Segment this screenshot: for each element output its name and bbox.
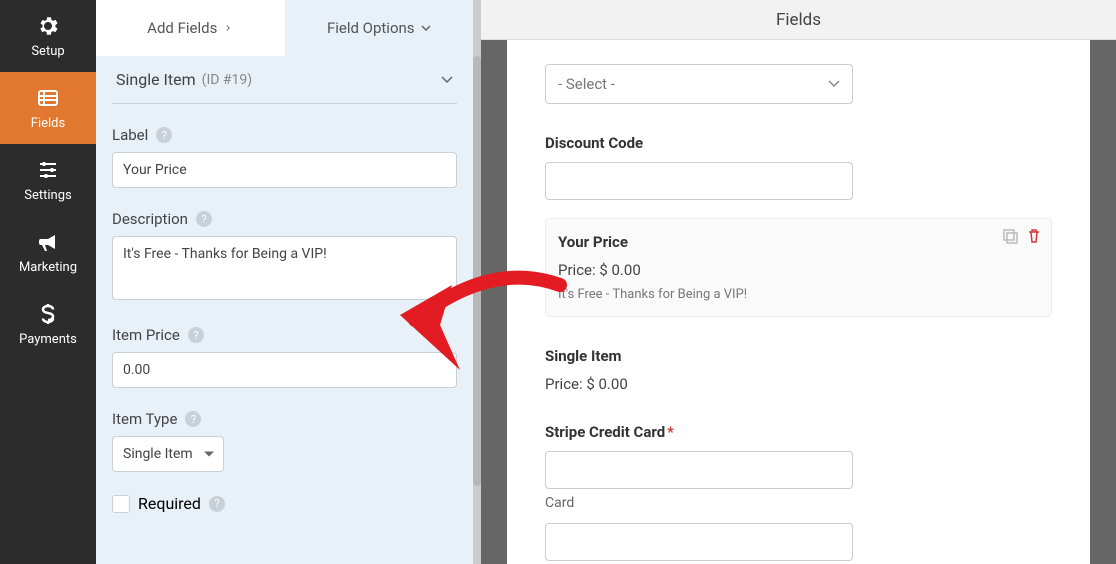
- preview-your-price-field[interactable]: Your Price Price: $ 0.00 It's Free - Tha…: [545, 218, 1052, 317]
- panel-tabs: Add Fields Field Options: [96, 0, 473, 56]
- preview-body: - Select - Discount Code Your Price Pric…: [507, 40, 1090, 564]
- field-price: Price: $ 0.00: [558, 261, 1039, 279]
- sidebar-label: Payments: [19, 332, 77, 347]
- form-label: Item Price ?: [112, 326, 457, 344]
- item-type-select[interactable]: Single Item: [112, 436, 224, 472]
- field-price: Price: $ 0.00: [545, 375, 1052, 393]
- preview-name-input[interactable]: [545, 523, 853, 561]
- bullhorn-icon: [36, 230, 60, 254]
- chevron-down-icon: [421, 25, 431, 31]
- description-input[interactable]: [112, 236, 457, 300]
- form-label: Item Type ?: [112, 410, 457, 428]
- preview-card-input[interactable]: [545, 451, 853, 489]
- stripe-title: Stripe Credit Card: [545, 423, 665, 441]
- dollar-icon: [36, 302, 60, 326]
- sidebar-label: Settings: [24, 188, 71, 203]
- label-input[interactable]: [112, 152, 457, 188]
- gear-icon: [36, 14, 60, 38]
- tab-label: Field Options: [327, 19, 415, 37]
- required-row: Required ?: [112, 494, 457, 513]
- section-header[interactable]: Single Item (ID #19): [112, 56, 457, 104]
- label-text: Item Price: [112, 326, 180, 344]
- required-checkbox[interactable]: [112, 495, 130, 513]
- sidebar-item-settings[interactable]: Settings: [0, 144, 96, 216]
- tab-field-options[interactable]: Field Options: [285, 0, 474, 56]
- list-icon: [36, 86, 60, 110]
- preview-stripe-label: Stripe Credit Card*: [545, 423, 1052, 441]
- panel-body: Single Item (ID #19) Label ? Description…: [96, 56, 473, 513]
- field-actions: [1001, 227, 1043, 245]
- help-icon[interactable]: ?: [156, 127, 172, 143]
- help-icon[interactable]: ?: [188, 327, 204, 343]
- sidebar-label: Marketing: [19, 260, 77, 275]
- help-icon[interactable]: ?: [196, 211, 212, 227]
- item-type-group: Item Type ? Single Item: [112, 410, 457, 472]
- scrollbar[interactable]: [473, 56, 481, 486]
- preview-single-item-label: Single Item: [545, 347, 1052, 365]
- duplicate-icon[interactable]: [1001, 227, 1019, 245]
- tab-add-fields[interactable]: Add Fields: [96, 0, 285, 56]
- preview-wrap: Fields - Select - Discount Code Your Pri…: [481, 0, 1116, 564]
- sidebar-item-payments[interactable]: Payments: [0, 288, 96, 360]
- preview-discount-input[interactable]: [545, 162, 853, 200]
- options-panel: Add Fields Field Options Single Item (ID…: [96, 0, 481, 564]
- item-price-input[interactable]: [112, 352, 457, 388]
- form-label: Description ?: [112, 210, 457, 228]
- sidebar-item-fields[interactable]: Fields: [0, 72, 96, 144]
- form-label: Label ?: [112, 126, 457, 144]
- section-id: (ID #19): [202, 72, 253, 88]
- label-text: Label: [112, 126, 148, 144]
- chevron-down-icon: [828, 80, 840, 88]
- trash-icon[interactable]: [1025, 227, 1043, 245]
- card-sublabel: Card: [545, 495, 1052, 511]
- required-label: Required: [138, 494, 201, 513]
- sidebar-item-marketing[interactable]: Marketing: [0, 216, 96, 288]
- sidebar-label: Setup: [31, 44, 64, 59]
- preview-discount-label: Discount Code: [545, 134, 1052, 152]
- field-title: Your Price: [558, 233, 1039, 251]
- sliders-icon: [36, 158, 60, 182]
- label-group: Label ?: [112, 126, 457, 188]
- help-icon[interactable]: ?: [209, 496, 225, 512]
- description-group: Description ?: [112, 210, 457, 304]
- preview-select[interactable]: - Select -: [545, 64, 853, 104]
- chevron-down-icon: [441, 76, 453, 84]
- select-placeholder: - Select -: [558, 75, 615, 93]
- required-star: *: [667, 423, 674, 441]
- main: Add Fields Field Options Single Item (ID…: [96, 0, 1116, 564]
- label-text: Description: [112, 210, 188, 228]
- tab-label: Add Fields: [147, 19, 217, 37]
- sidebar-label: Fields: [31, 116, 65, 131]
- preview-title: Fields: [481, 0, 1116, 40]
- field-desc: It's Free - Thanks for Being a VIP!: [558, 287, 1039, 302]
- help-icon[interactable]: ?: [185, 411, 201, 427]
- sidebar: Setup Fields Settings Marketing Payments: [0, 0, 96, 564]
- label-text: Item Type: [112, 410, 177, 428]
- chevron-right-icon: [223, 25, 233, 31]
- item-price-group: Item Price ?: [112, 326, 457, 388]
- section-title: Single Item: [116, 70, 196, 89]
- sidebar-item-setup[interactable]: Setup: [0, 0, 96, 72]
